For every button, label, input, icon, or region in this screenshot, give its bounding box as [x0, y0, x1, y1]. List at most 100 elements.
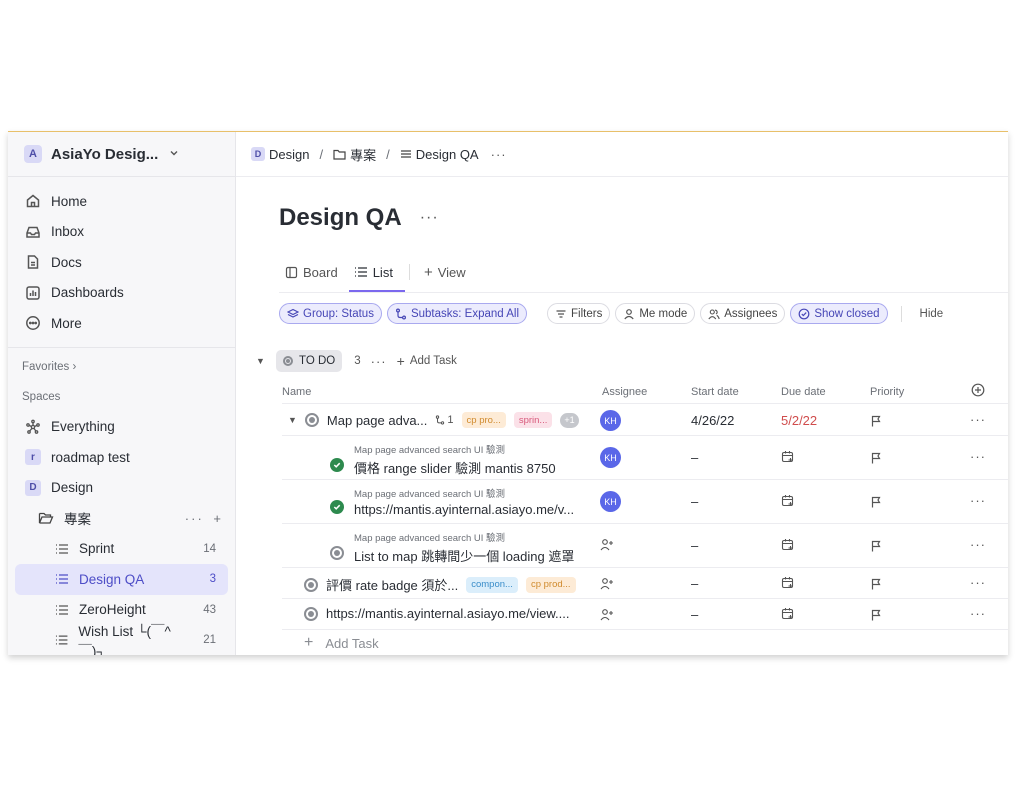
- title-more-icon[interactable]: ···: [420, 209, 439, 227]
- breadcrumb-folder[interactable]: 專案: [333, 145, 376, 164]
- group-add-task-button[interactable]: + Add Task: [397, 353, 457, 369]
- nav-docs[interactable]: Docs: [8, 247, 235, 278]
- group-by-button[interactable]: Group: Status: [279, 303, 382, 324]
- group-more-icon[interactable]: ···: [371, 354, 387, 369]
- breadcrumb-more-icon[interactable]: ···: [491, 147, 507, 162]
- sidebar-list-wish-list[interactable]: Wish List └(￣^￣)┐ 21: [15, 624, 228, 655]
- favorites-header[interactable]: Favorites ›: [8, 361, 235, 377]
- row-more-icon[interactable]: ···: [970, 606, 986, 621]
- start-date[interactable]: –: [691, 450, 698, 465]
- add-assignee-icon[interactable]: [600, 608, 614, 626]
- start-date[interactable]: 4/26/22: [691, 413, 734, 428]
- assignee-cell[interactable]: KH: [600, 491, 621, 512]
- me-mode-button[interactable]: Me mode: [615, 303, 696, 324]
- caret-down-icon[interactable]: ▼: [256, 356, 266, 366]
- tag[interactable]: sprin...: [513, 412, 553, 428]
- subtask-count[interactable]: 1: [435, 414, 454, 426]
- task-title[interactable]: https://mantis.ayinternal.asiayo.me/view…: [326, 606, 570, 621]
- task-title[interactable]: https://mantis.ayinternal.asiayo.me/v...: [354, 502, 574, 517]
- tab-list[interactable]: List: [348, 260, 406, 292]
- table-row[interactable]: 評價 rate badge 須於... compon... cp prod...…: [282, 568, 1008, 599]
- tag[interactable]: cp prod...: [525, 576, 576, 593]
- assignee-cell[interactable]: KH: [600, 447, 621, 468]
- calendar-add-icon[interactable]: [781, 607, 794, 623]
- nav-inbox[interactable]: Inbox: [8, 217, 235, 248]
- more-tags-badge[interactable]: +1: [560, 412, 579, 428]
- hide-button[interactable]: Hide: [915, 308, 949, 320]
- workspace-switcher[interactable]: A AsiaYo Desig...: [8, 132, 235, 177]
- flag-icon[interactable]: [870, 495, 882, 513]
- task-name-cell: Map page advanced search UI 驗測 價格 range …: [330, 442, 556, 477]
- column-assignee[interactable]: Assignee: [602, 386, 647, 398]
- show-closed-button[interactable]: Show closed: [790, 303, 888, 324]
- task-name-cell: Map page advanced search UI 驗測 List to m…: [330, 530, 574, 565]
- due-date[interactable]: 5/2/22: [781, 413, 817, 428]
- check-circle-icon[interactable]: [330, 499, 344, 514]
- task-title[interactable]: List to map 跳轉間少一個 loading 遮罩: [354, 546, 574, 565]
- table-row[interactable]: ▼ Map page adva... 1 cp pro... sprin... …: [282, 405, 1008, 436]
- calendar-add-icon[interactable]: [781, 494, 794, 510]
- row-more-icon[interactable]: ···: [970, 493, 986, 508]
- check-circle-icon[interactable]: [330, 457, 344, 472]
- sidebar-list-sprint[interactable]: Sprint 14: [15, 534, 228, 565]
- column-priority[interactable]: Priority: [870, 386, 904, 398]
- status-badge[interactable]: TO DO: [276, 350, 343, 372]
- assignee-cell[interactable]: KH: [600, 410, 621, 431]
- flag-icon[interactable]: [870, 608, 882, 626]
- tag[interactable]: cp pro...: [461, 412, 506, 428]
- nav-home[interactable]: Home: [8, 186, 235, 217]
- add-assignee-icon[interactable]: [600, 538, 614, 556]
- add-assignee-icon[interactable]: [600, 577, 614, 595]
- column-name[interactable]: Name: [282, 386, 311, 398]
- flag-icon[interactable]: [870, 539, 882, 557]
- table-row[interactable]: Map page advanced search UI 驗測 List to m…: [282, 524, 1008, 568]
- task-title[interactable]: Map page adva...: [327, 413, 427, 428]
- task-title[interactable]: 評價 rate badge 須於...: [326, 575, 458, 594]
- add-view-button[interactable]: + View: [424, 260, 466, 284]
- start-date[interactable]: –: [691, 494, 698, 509]
- column-start-date[interactable]: Start date: [691, 386, 739, 398]
- calendar-add-icon[interactable]: [781, 576, 794, 592]
- status-icon[interactable]: [304, 577, 318, 592]
- status-icon[interactable]: [304, 413, 319, 427]
- breadcrumb-list[interactable]: Design QA: [400, 147, 479, 162]
- add-column-icon[interactable]: [971, 383, 985, 400]
- calendar-add-icon[interactable]: [781, 538, 794, 554]
- row-more-icon[interactable]: ···: [970, 537, 986, 552]
- space-badge: D: [25, 479, 41, 496]
- add-task-row[interactable]: + Add Task: [282, 630, 1008, 655]
- folder-add-icon[interactable]: +: [213, 511, 223, 526]
- flag-icon[interactable]: [870, 451, 882, 469]
- start-date[interactable]: –: [691, 607, 698, 622]
- tab-board[interactable]: Board: [285, 260, 338, 284]
- row-more-icon[interactable]: ···: [970, 412, 986, 427]
- task-title[interactable]: 價格 range slider 驗測 mantis 8750: [354, 458, 556, 477]
- space-roadmap-test[interactable]: r roadmap test: [8, 442, 235, 473]
- status-icon[interactable]: [330, 545, 344, 560]
- calendar-add-icon[interactable]: [781, 450, 794, 466]
- assignees-button[interactable]: Assignees: [700, 303, 786, 324]
- space-design[interactable]: D Design: [8, 473, 235, 504]
- row-more-icon[interactable]: ···: [970, 449, 986, 464]
- nav-more[interactable]: More: [8, 308, 235, 339]
- column-due-date[interactable]: Due date: [781, 386, 826, 398]
- caret-down-icon[interactable]: ▼: [288, 415, 297, 425]
- table-row[interactable]: Map page advanced search UI 驗測 價格 range …: [282, 436, 1008, 480]
- flag-icon[interactable]: [870, 577, 882, 595]
- nav-dashboards[interactable]: Dashboards: [8, 278, 235, 309]
- subtasks-button[interactable]: Subtasks: Expand All: [386, 303, 528, 324]
- space-everything[interactable]: Everything: [8, 412, 235, 443]
- table-row[interactable]: Map page advanced search UI 驗測 https://m…: [282, 480, 1008, 524]
- folder-more-icon[interactable]: ···: [185, 511, 204, 526]
- sidebar-list-design-qa[interactable]: Design QA 3: [15, 564, 228, 595]
- status-icon[interactable]: [304, 606, 318, 621]
- filters-button[interactable]: Filters: [547, 303, 611, 324]
- flag-icon[interactable]: [870, 414, 882, 432]
- breadcrumb-space[interactable]: D Design: [251, 147, 309, 162]
- table-row[interactable]: https://mantis.ayinternal.asiayo.me/view…: [282, 599, 1008, 630]
- tag[interactable]: compon...: [466, 576, 518, 593]
- folder-projects[interactable]: 專案 ··· +: [8, 503, 235, 534]
- start-date[interactable]: –: [691, 538, 698, 553]
- start-date[interactable]: –: [691, 576, 698, 591]
- row-more-icon[interactable]: ···: [970, 575, 986, 590]
